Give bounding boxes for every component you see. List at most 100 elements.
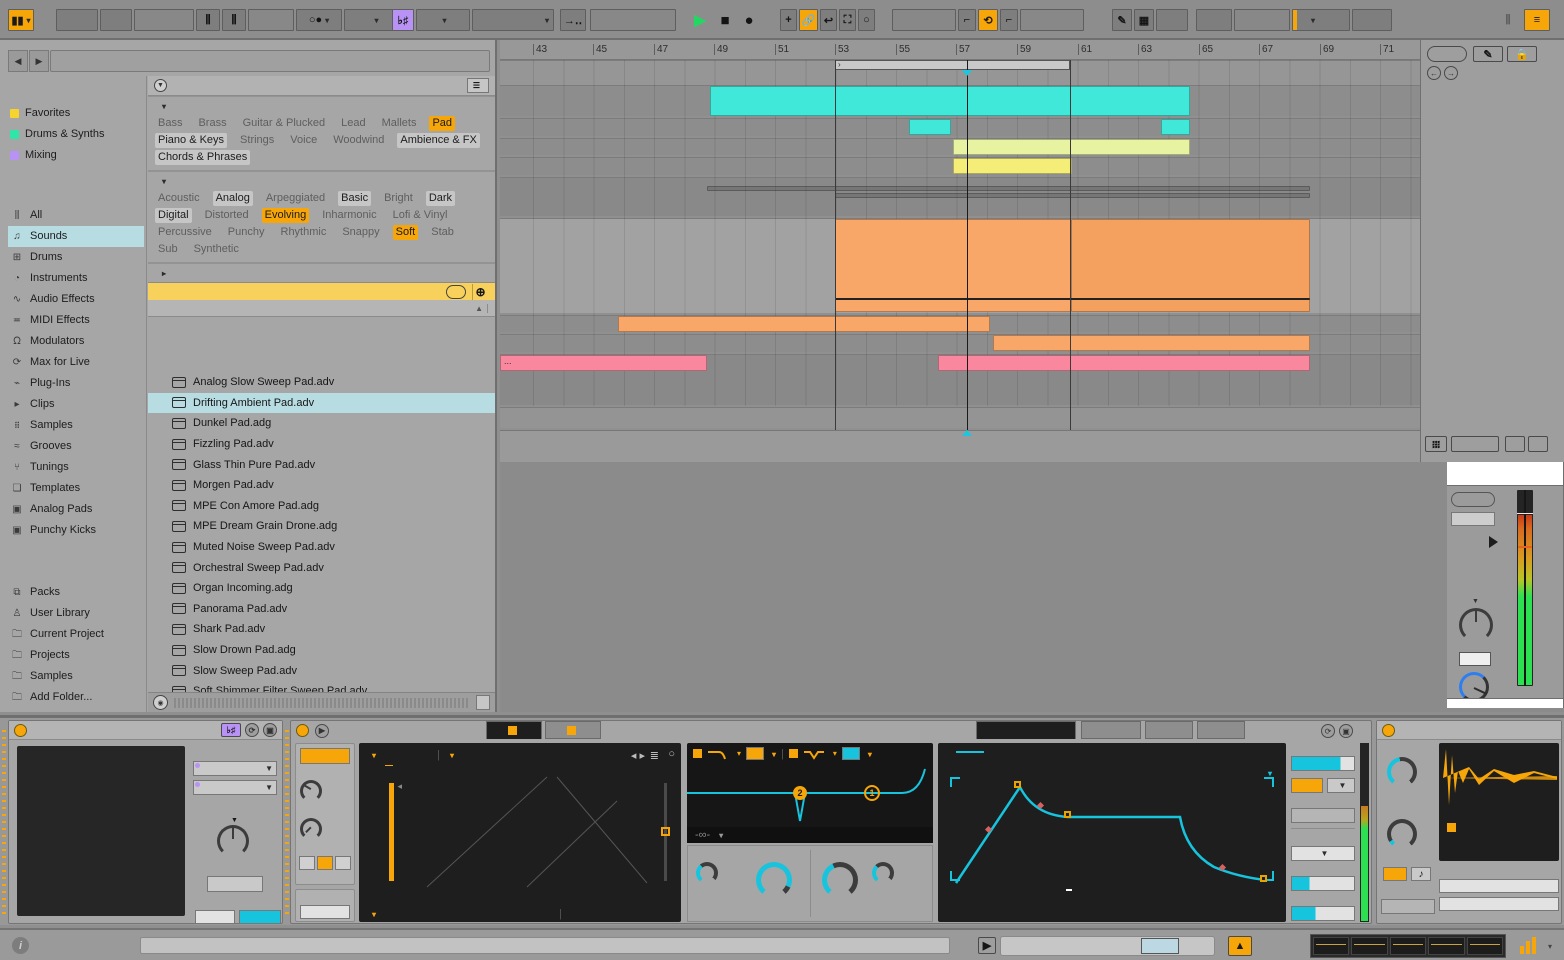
sound-filter-tag[interactable]: Woodwind: [330, 133, 387, 148]
wt-volume-value[interactable]: [1291, 756, 1355, 771]
sidebar-library-item[interactable]: ⌁ Plug-Ins: [8, 373, 146, 394]
wavetable-on-toggle[interactable]: [296, 724, 309, 737]
edit-filters-button[interactable]: ☰: [466, 78, 489, 93]
capture-midi-icon[interactable]: ⛶: [839, 9, 856, 31]
character-filter-tag[interactable]: Arpeggiated: [263, 191, 328, 206]
predelay-sync-toggle[interactable]: ♪: [1411, 867, 1431, 881]
stop-button[interactable]: ■: [714, 9, 736, 31]
browser-back-icon[interactable]: ◀: [8, 50, 28, 72]
prev-marker-icon[interactable]: ←: [1427, 66, 1441, 80]
root-note-menu[interactable]: ▾: [416, 9, 470, 31]
result-row[interactable]: Shark Pad.adv: [148, 619, 495, 640]
sidebar-library-item[interactable]: ▣ Punchy Kicks: [8, 520, 146, 541]
sidebar-library-item[interactable]: ♫ Sounds: [8, 226, 144, 247]
lowest-value[interactable]: [195, 910, 235, 924]
character-filter-tag[interactable]: Bright: [381, 191, 416, 206]
arrangement-clip[interactable]: [909, 119, 951, 135]
unison-amount-value[interactable]: [1291, 906, 1355, 921]
filter1-toggle[interactable]: [693, 749, 702, 758]
character-filter-tag[interactable]: Basic: [338, 191, 372, 206]
result-row[interactable]: Analog Slow Sweep Pad.adv: [148, 372, 495, 393]
menu-icon[interactable]: ≡: [1524, 9, 1550, 31]
preview-icon[interactable]: ▶: [315, 723, 329, 738]
playback-speed[interactable]: [1451, 436, 1499, 452]
search-input[interactable]: [50, 50, 490, 72]
sidebar-library-item[interactable]: ≖ MIDI Effects: [8, 310, 146, 331]
wt-view-circle-icon[interactable]: ○: [668, 748, 675, 760]
result-row[interactable]: Slow Drown Pad.adg: [148, 640, 495, 661]
poly-toggle[interactable]: [1291, 778, 1323, 793]
reverb-on-toggle[interactable]: [1382, 723, 1395, 737]
loop-length-display[interactable]: [1020, 9, 1084, 31]
character-filter-tag[interactable]: Acoustic: [155, 191, 203, 206]
tab-midi[interactable]: [1145, 721, 1193, 739]
wt-view-list-icon[interactable]: ≣: [650, 749, 659, 762]
sidebar-library-item[interactable]: ᘯ Modulators: [8, 331, 146, 352]
session-record-icon[interactable]: ○: [858, 9, 875, 31]
time-ruler[interactable]: [500, 430, 1420, 462]
main-volume-value[interactable]: [1451, 512, 1495, 526]
env-time-toggle[interactable]: [1066, 889, 1072, 891]
computer-midi-keyboard-icon[interactable]: ▦: [1134, 9, 1154, 31]
arrangement-view[interactable]: 43 45 47 49 51 53 55 57 59 61 63 65 67 6…: [500, 40, 1420, 462]
main-volume-fader[interactable]: [1489, 536, 1498, 548]
arrangement-clip[interactable]: [618, 316, 990, 332]
fold-button[interactable]: [207, 876, 263, 892]
wt-table-menu[interactable]: ▾: [447, 749, 454, 761]
name-column-header[interactable]: ▲: [148, 300, 495, 317]
glide-value[interactable]: [1291, 808, 1355, 823]
scale-grid[interactable]: [17, 746, 185, 916]
character-filter-tag[interactable]: Digital: [155, 208, 192, 223]
tap-button[interactable]: [100, 9, 132, 31]
show-device-chain-icon[interactable]: ▲: [1228, 936, 1252, 956]
octave-buttons[interactable]: [299, 856, 353, 870]
device-chain-thumbnails[interactable]: [1310, 934, 1506, 958]
info-icon[interactable]: i: [12, 937, 29, 954]
filter2-slope[interactable]: [841, 747, 860, 760]
mixer-layout-icon[interactable]: ⫼: [1498, 9, 1518, 31]
scale-root-select[interactable]: ▼: [193, 761, 277, 776]
browser-toggle-icon[interactable]: ▮▮ ▾: [8, 9, 34, 31]
sidebar-library-item[interactable]: ◔ Instruments: [8, 268, 146, 289]
filters-collapse-icon[interactable]: ▼: [154, 79, 167, 92]
device-drag-handle[interactable]: [2, 726, 6, 914]
transpose-knob[interactable]: [217, 825, 249, 857]
filter1-type-icon[interactable]: [707, 748, 729, 760]
overview-window[interactable]: [1141, 938, 1179, 954]
unison-voices-value[interactable]: [1291, 876, 1355, 891]
sub-gain-knob[interactable]: [300, 780, 322, 802]
arrangement-position[interactable]: [590, 9, 676, 31]
predelay-ms-toggle[interactable]: [1383, 867, 1407, 881]
collection-item[interactable]: Mixing: [8, 145, 146, 166]
character-filter-header[interactable]: ▾: [148, 171, 495, 190]
punch-out-icon[interactable]: ⌐: [1000, 9, 1018, 31]
mini-play-icon[interactable]: ▶: [978, 937, 996, 954]
result-row[interactable]: Slow Sweep Pad.adv: [148, 660, 495, 681]
arrangement-clip[interactable]: [938, 355, 1310, 371]
result-row[interactable]: Dunkel Pad.adg: [148, 413, 495, 434]
next-marker-icon[interactable]: →: [1444, 66, 1458, 80]
freq1-knob[interactable]: [756, 862, 792, 898]
status-text-field[interactable]: [140, 937, 950, 954]
filter-routing-menu[interactable]: ▾: [716, 829, 723, 841]
attack-toggle[interactable]: [1447, 823, 1456, 832]
sounds-filter-header[interactable]: ▾: [148, 96, 495, 115]
sidebar-places-item[interactable]: 🗀 Current Project: [8, 624, 146, 645]
nudge-up-icon[interactable]: ⫼: [222, 9, 246, 31]
character-filter-tag[interactable]: Stab: [428, 225, 457, 240]
result-row[interactable]: Fizzling Pad.adv: [148, 434, 495, 455]
new-midi-icon[interactable]: +: [780, 9, 797, 31]
arrangement-clip[interactable]: [953, 158, 1072, 174]
character-filter-tag[interactable]: Sub: [155, 242, 181, 257]
device-drag-handle[interactable]: [285, 726, 289, 914]
subtab-amp[interactable]: [956, 749, 984, 753]
character-filter-tag[interactable]: Inharmonic: [319, 208, 379, 223]
sound-filter-tag[interactable]: Mallets: [379, 116, 420, 131]
filter1-circuit[interactable]: ▾: [769, 748, 776, 760]
sound-filter-tag[interactable]: Ambience & FX: [397, 133, 480, 148]
sidebar-library-item[interactable]: ▣ Analog Pads: [8, 499, 146, 520]
loop-brace[interactable]: ›: [835, 60, 1070, 70]
nudge-down-icon[interactable]: ⫼: [196, 9, 220, 31]
feedback-value[interactable]: [1381, 899, 1435, 914]
sound-filter-tag[interactable]: Lead: [338, 116, 368, 131]
